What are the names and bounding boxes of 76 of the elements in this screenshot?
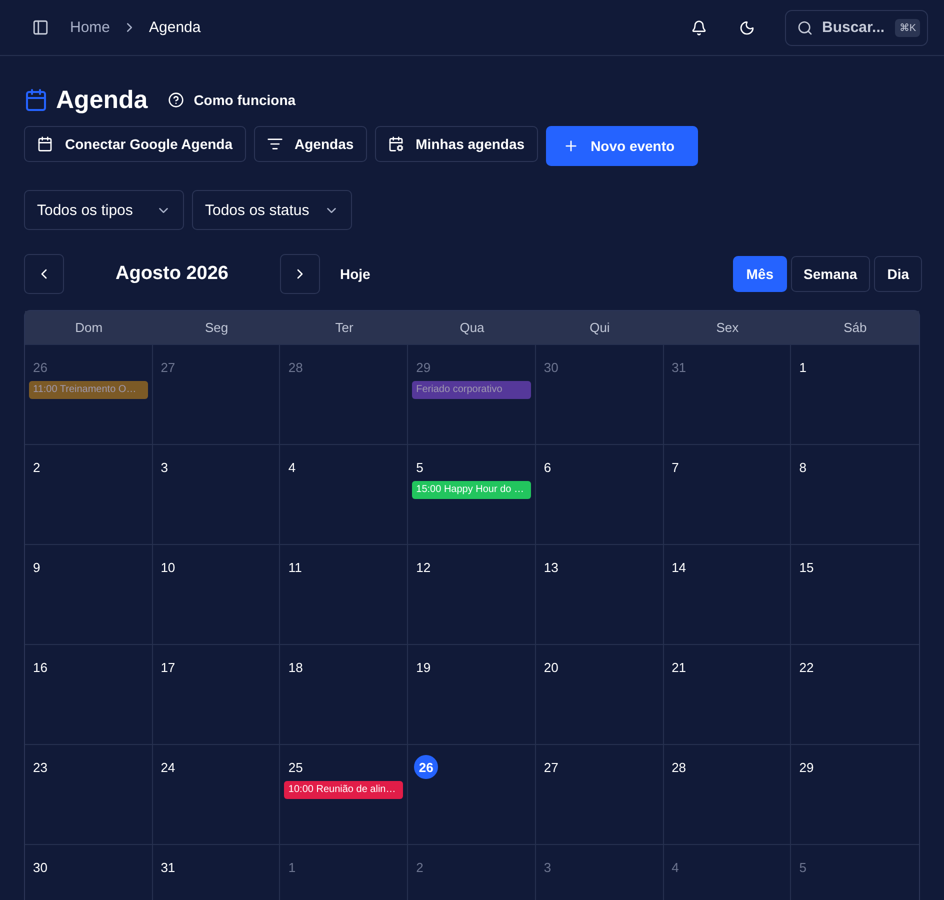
day-number: 6 (544, 458, 552, 476)
event-chip[interactable]: 10:00 Reunião de alin… (284, 781, 404, 799)
weekday-header: Ter (280, 311, 408, 344)
new-event-button[interactable]: Novo evento (546, 126, 698, 166)
today-button[interactable]: Hoje (328, 260, 382, 288)
day-number: 2 (416, 858, 424, 876)
day-number: 16 (33, 658, 48, 676)
day-number: 29 (416, 358, 432, 376)
day-number: 11 (288, 558, 303, 576)
toolbar-button[interactable]: Agendas (254, 126, 367, 162)
day-number: 2 (33, 458, 42, 476)
day-number: 12 (416, 558, 432, 576)
day-number: 1 (799, 358, 808, 376)
plus-icon (562, 138, 579, 154)
day-number: 28 (288, 358, 304, 376)
day-number: 21 (672, 658, 688, 676)
day-number: 3 (160, 458, 169, 476)
page-title: Agenda (56, 86, 148, 114)
bell-icon (691, 20, 707, 36)
day-number: 5 (416, 458, 424, 476)
day-number: 14 (672, 558, 688, 576)
day-number: 26 (33, 358, 48, 376)
weekday-header: Sex (664, 311, 792, 344)
day-number: 10 (160, 558, 176, 576)
month-label: Agosto 2026 (114, 263, 230, 285)
view-tab[interactable]: Dia (874, 256, 922, 292)
day-number: 27 (160, 358, 176, 376)
weekday-header: Qui (536, 311, 664, 344)
day-number: 7 (672, 458, 680, 476)
day-number: 31 (672, 358, 688, 376)
view-tab[interactable]: Mês (733, 256, 786, 292)
calendar-icon (37, 136, 53, 152)
day-number: 13 (544, 558, 560, 576)
day-number: 9 (33, 558, 42, 576)
day-number: 23 (33, 758, 48, 776)
weekday-header: Sáb (791, 311, 919, 344)
day-number: 15 (799, 558, 815, 576)
day-number: 1 (288, 858, 297, 876)
weekday-header: Dom (25, 311, 153, 344)
calendar-settings-icon (388, 136, 404, 152)
day-number: 5 (799, 858, 808, 876)
day-number: 3 (544, 858, 552, 876)
toolbar-button[interactable]: Conectar Google Agenda (24, 126, 246, 162)
view-tab[interactable]: Semana (790, 256, 870, 292)
search-icon (797, 20, 813, 36)
sidebar-icon (32, 19, 48, 36)
day-number: 25 (288, 758, 304, 776)
day-number: 4 (288, 458, 297, 476)
moon-icon (739, 20, 755, 36)
toolbar-button[interactable]: Minhas agendas (374, 126, 538, 162)
day-number: 24 (160, 758, 176, 776)
day-number: 30 (33, 858, 48, 876)
help-icon (168, 92, 184, 108)
weekday-header: Seg (152, 311, 280, 344)
day-number: 20 (544, 658, 560, 676)
day-number: 30 (544, 358, 560, 376)
day-number: 8 (799, 458, 808, 476)
breadcrumb-current: Agenda (149, 19, 201, 36)
day-number: 18 (288, 658, 304, 676)
day-number: 22 (799, 658, 815, 676)
day-number: 19 (416, 658, 432, 676)
day-number: 17 (160, 658, 176, 676)
filter-dropdown[interactable]: Todos os status (192, 190, 352, 230)
shortcut-hint: ⌘K (895, 18, 920, 36)
weekday-header: Qua (408, 311, 536, 344)
day-number: 4 (672, 858, 680, 876)
day-number: 27 (544, 758, 560, 776)
day-number: 31 (160, 858, 176, 876)
help-link[interactable]: Como funciona (168, 92, 296, 108)
day-number: 29 (799, 758, 815, 776)
filter-dropdown[interactable]: Todos os tipos (24, 190, 184, 230)
calendar-icon (24, 88, 48, 112)
filter-icon (266, 136, 283, 152)
day-number: 26 (414, 755, 438, 779)
day-number: 28 (672, 758, 688, 776)
breadcrumb-link[interactable]: Home (70, 19, 110, 36)
